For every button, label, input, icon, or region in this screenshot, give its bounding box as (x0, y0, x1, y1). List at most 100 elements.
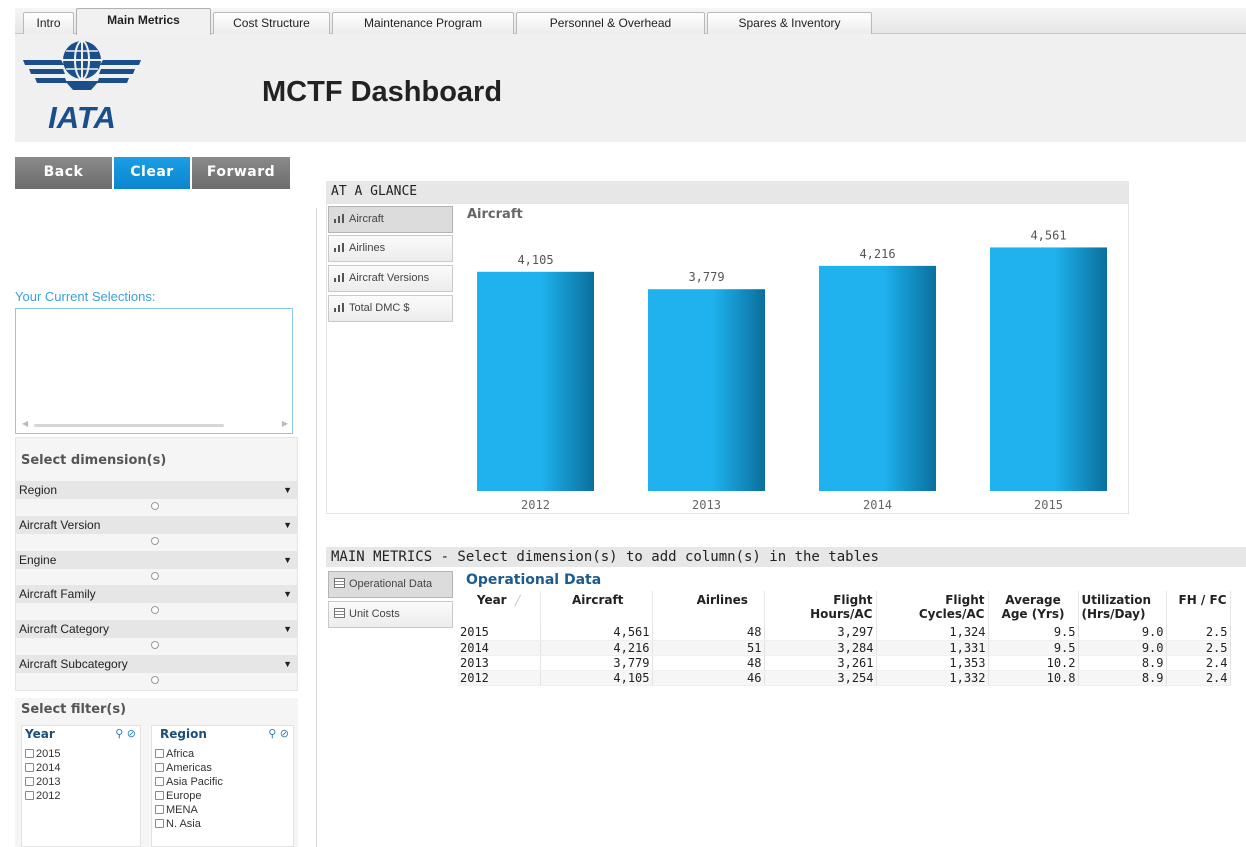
year-listbox-title: Year (25, 727, 55, 741)
table-cell: 3,261 (764, 655, 877, 671)
region-radio[interactable] (151, 502, 159, 510)
table-cell: 3,297 (764, 625, 877, 641)
table-cell: 8.9 (1078, 655, 1167, 671)
bar-chart-icon (334, 303, 345, 312)
checkbox[interactable] (155, 763, 164, 772)
tab-main-metrics[interactable]: Main Metrics (76, 8, 211, 35)
clear-search-icon[interactable]: ⊘ (127, 727, 136, 740)
bar-chart-icon (334, 243, 345, 252)
aircraft-subcategory-dropdown[interactable]: Aircraft Subcategory ▼ (15, 655, 298, 673)
aircraft-family-dropdown[interactable]: Aircraft Family ▼ (15, 585, 298, 603)
list-item[interactable]: 2015 (25, 747, 60, 761)
table-cell: 10.8 (988, 670, 1079, 686)
data-label: 4,216 (859, 247, 895, 261)
table-cell: 2.5 (1166, 640, 1231, 656)
list-item[interactable]: MENA (155, 803, 198, 817)
region-dropdown[interactable]: Region ▼ (15, 481, 298, 499)
list-item[interactable]: N. Asia (155, 817, 201, 831)
dimension-row-region: Region ▼ (15, 481, 298, 514)
clear-button[interactable]: Clear (114, 157, 190, 189)
checkbox[interactable] (155, 749, 164, 758)
list-item[interactable]: Asia Pacific (155, 775, 223, 789)
list-item[interactable]: 2014 (25, 761, 60, 775)
aircraft-category-radio[interactable] (151, 641, 159, 649)
column-header-utilization[interactable]: Utilization (Hrs/Day) (1078, 591, 1167, 625)
table-cell: 2013 (458, 655, 541, 671)
aircraft-version-dropdown[interactable]: Aircraft Version ▼ (15, 516, 298, 534)
list-item[interactable]: 2013 (25, 775, 60, 789)
checkbox[interactable] (155, 791, 164, 800)
table-cell: 9.0 (1078, 625, 1167, 641)
table-cell: 1,353 (876, 655, 989, 671)
back-button[interactable]: Back (15, 157, 112, 189)
search-icon[interactable]: ⚲ (115, 727, 123, 740)
tab-maintenance-program[interactable]: Maintenance Program (332, 12, 514, 34)
column-header-flight-cycles[interactable]: Flight Cycles/AC (876, 591, 989, 625)
table-row: 2015 4,561 48 3,297 1,324 9.5 9.0 2.5 (458, 625, 1231, 641)
bar-2014[interactable] (819, 265, 936, 491)
table-cell: 4,561 (540, 625, 653, 641)
table-row: 2013 3,779 48 3,261 1,353 10.2 8.9 2.4 (458, 655, 1231, 671)
search-icon[interactable]: ⚲ (268, 727, 276, 740)
aircraft-version-radio[interactable] (151, 537, 159, 545)
list-item[interactable]: Americas (155, 761, 212, 775)
column-header-flight-hours[interactable]: Flight Hours/AC (764, 591, 877, 625)
dimension-row-aircraft-version: Aircraft Version ▼ (15, 516, 298, 549)
header (15, 34, 1246, 142)
bar-2013[interactable] (648, 289, 765, 491)
tab-intro[interactable]: Intro (23, 12, 74, 34)
horizontal-scrollbar[interactable]: ◀ ▶ (22, 419, 288, 429)
checkbox[interactable] (155, 805, 164, 814)
current-selections-label: Your Current Selections: (15, 289, 156, 304)
tab-cost-structure[interactable]: Cost Structure (213, 12, 330, 34)
list-item[interactable]: Europe (155, 789, 201, 803)
column-header-year[interactable]: Year ╱ (458, 591, 541, 625)
aircraft-category-dropdown[interactable]: Aircraft Category ▼ (15, 620, 298, 638)
aircraft-subcategory-radio[interactable] (151, 676, 159, 684)
tab-spares-inventory[interactable]: Spares & Inventory (707, 12, 872, 34)
table-cell: 48 (652, 655, 765, 671)
checkbox[interactable] (155, 819, 164, 828)
table-cell: 48 (652, 625, 765, 641)
bar-chart-icon (334, 273, 345, 282)
checkbox[interactable] (25, 763, 34, 772)
engine-radio[interactable] (151, 572, 159, 580)
aircraft-family-radio[interactable] (151, 606, 159, 614)
checkbox[interactable] (25, 791, 34, 800)
checkbox[interactable] (25, 749, 34, 758)
bar-2012[interactable] (477, 271, 594, 491)
table-cell: 2.5 (1166, 625, 1231, 641)
iata-logo: IATA (17, 38, 147, 136)
page-title: MCTF Dashboard (262, 76, 503, 108)
unit-costs-button[interactable]: Unit Costs (328, 601, 453, 628)
operational-data-button[interactable]: Operational Data (328, 571, 453, 598)
forward-button[interactable]: Forward (192, 157, 290, 189)
column-header-average-age[interactable]: Average Age (Yrs) (988, 591, 1079, 625)
select-filters-title: Select filter(s) (21, 702, 127, 717)
engine-dropdown[interactable]: Engine ▼ (15, 551, 298, 569)
total-dmc-chart-button[interactable]: Total DMC $ (328, 295, 453, 322)
aircraft-chart-button[interactable]: Aircraft (328, 206, 453, 233)
table-cell: 2.4 (1166, 655, 1231, 671)
column-header-airlines[interactable]: Airlines (652, 591, 765, 625)
sort-icon[interactable]: ╱ (515, 596, 521, 607)
scroll-left-icon[interactable]: ◀ (22, 419, 28, 428)
tab-personnel-overhead[interactable]: Personnel & Overhead (516, 12, 705, 34)
clear-search-icon[interactable]: ⊘ (280, 727, 289, 740)
scroll-right-icon[interactable]: ▶ (282, 419, 288, 428)
checkbox[interactable] (25, 777, 34, 786)
column-header-aircraft[interactable]: Aircraft (540, 591, 653, 625)
table-cell: 10.2 (988, 655, 1079, 671)
list-item[interactable]: 2012 (25, 789, 60, 803)
dimension-row-aircraft-family: Aircraft Family ▼ (15, 585, 298, 618)
chevron-down-icon: ▼ (283, 485, 292, 495)
bar-2015[interactable] (990, 247, 1107, 491)
airlines-chart-button[interactable]: Airlines (328, 235, 453, 262)
checkbox[interactable] (155, 777, 164, 786)
table-cell: 9.0 (1078, 640, 1167, 656)
chevron-down-icon: ▼ (283, 555, 292, 565)
aircraft-versions-chart-button[interactable]: Aircraft Versions (328, 265, 453, 292)
list-item[interactable]: Africa (155, 747, 194, 761)
column-header-fh-fc[interactable]: FH / FC (1166, 591, 1231, 625)
chart-title: Aircraft (467, 207, 523, 222)
